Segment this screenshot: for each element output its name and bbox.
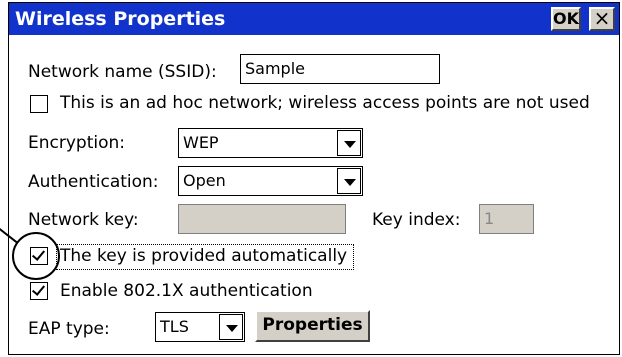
eap-type-label: EAP type: bbox=[28, 319, 110, 339]
encryption-value: WEP bbox=[183, 133, 219, 152]
chevron-down-icon[interactable] bbox=[219, 314, 243, 340]
authentication-select[interactable]: Open bbox=[178, 166, 363, 196]
ssid-label: Network name (SSID): bbox=[28, 62, 217, 82]
network-key-input[interactable] bbox=[178, 204, 346, 234]
network-key-label: Network key: bbox=[28, 210, 139, 230]
key-auto-label: The key is provided automatically bbox=[60, 246, 348, 266]
key-auto-checkbox[interactable] bbox=[30, 247, 48, 265]
encryption-label: Encryption: bbox=[28, 133, 125, 153]
eap-type-value: TLS bbox=[160, 317, 189, 336]
window-title: Wireless Properties bbox=[15, 8, 226, 30]
chevron-down-icon[interactable] bbox=[337, 168, 361, 194]
key-index-label: Key index: bbox=[372, 210, 461, 230]
eap-properties-button[interactable]: Properties bbox=[255, 310, 370, 342]
enable-8021x-label: Enable 802.1X authentication bbox=[60, 281, 313, 301]
encryption-select[interactable]: WEP bbox=[178, 128, 363, 158]
ssid-input[interactable]: Sample bbox=[240, 54, 440, 84]
adhoc-checkbox[interactable] bbox=[30, 95, 48, 113]
chevron-down-icon[interactable] bbox=[337, 130, 361, 156]
eap-type-select[interactable]: TLS bbox=[155, 312, 245, 342]
adhoc-label: This is an ad hoc network; wireless acce… bbox=[60, 93, 590, 113]
authentication-label: Authentication: bbox=[28, 172, 159, 192]
close-button[interactable]: × bbox=[589, 7, 615, 31]
authentication-value: Open bbox=[183, 171, 226, 190]
enable-8021x-checkbox[interactable] bbox=[30, 282, 48, 300]
key-index-input[interactable]: 1 bbox=[479, 204, 534, 234]
title-bar: Wireless Properties OK × bbox=[9, 3, 619, 35]
ok-button[interactable]: OK bbox=[551, 7, 581, 31]
